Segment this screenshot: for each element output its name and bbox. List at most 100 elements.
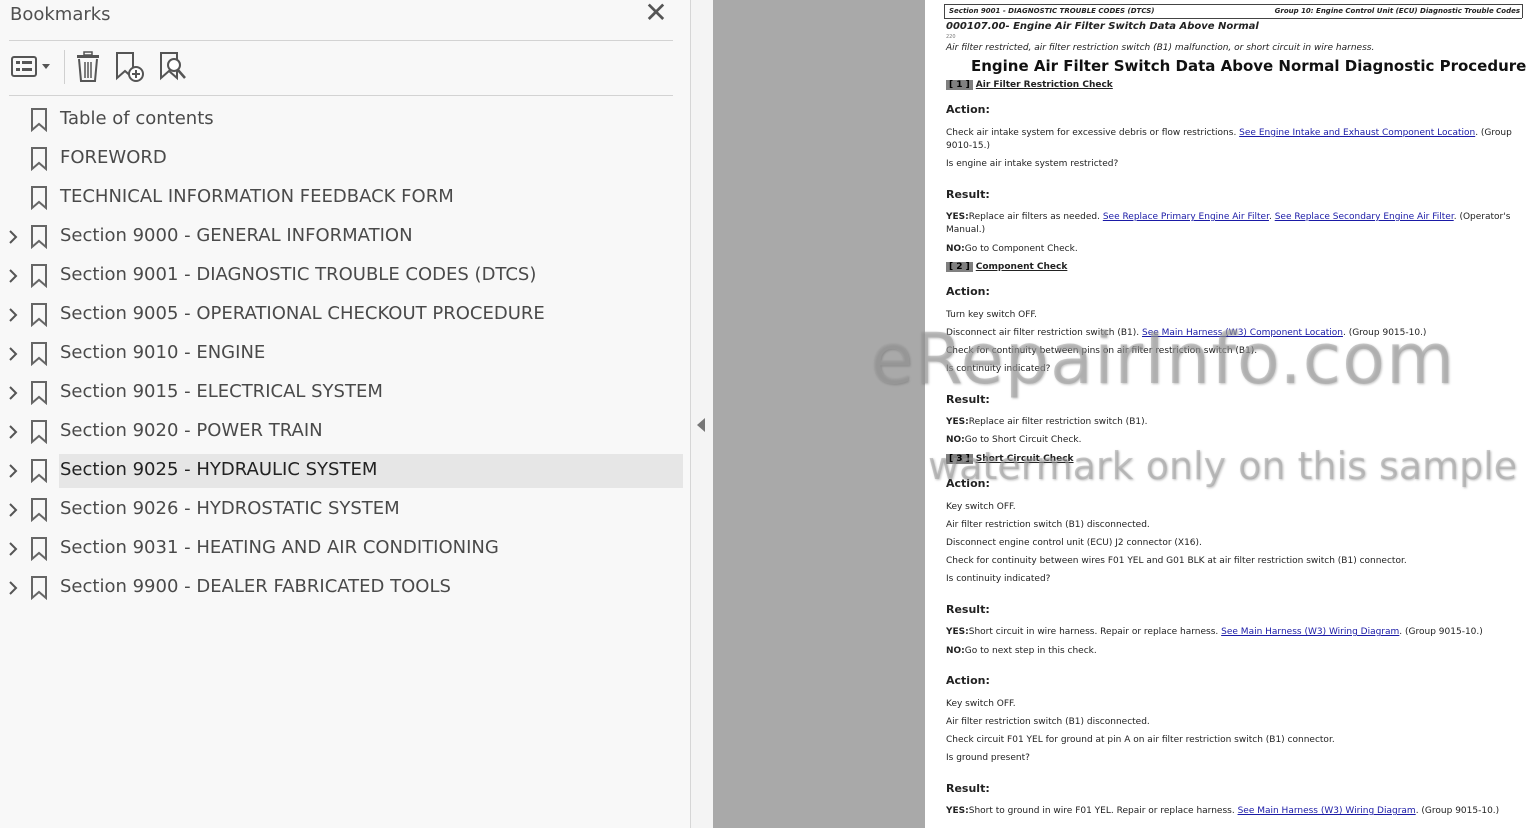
watermark-text: eRepairInfo.com bbox=[870, 318, 1456, 400]
bookmark-item[interactable]: Section 9010 - ENGINE bbox=[0, 337, 683, 371]
bookmark-item[interactable]: TECHNICAL INFORMATION FEEDBACK FORM bbox=[0, 181, 683, 215]
bookmark-ribbon-icon bbox=[30, 186, 48, 211]
bookmark-ribbon-icon bbox=[30, 342, 48, 367]
result-label: Result: bbox=[946, 603, 990, 616]
question-line: Is continuity indicated? bbox=[946, 574, 1051, 584]
panel-splitter[interactable] bbox=[691, 0, 713, 828]
bookmark-ribbon-icon bbox=[30, 225, 48, 250]
bookmark-ribbon-icon bbox=[30, 108, 48, 133]
bookmark-label: Section 9031 - HEATING AND AIR CONDITION… bbox=[60, 537, 499, 558]
page-header-section: Section 9001 - DIAGNOSTIC TROUBLE CODES … bbox=[949, 7, 1155, 15]
bookmark-ribbon-icon bbox=[30, 459, 48, 484]
action-line: 9010-15.) bbox=[946, 141, 990, 151]
bookmark-item[interactable]: Section 9001 - DIAGNOSTIC TROUBLE CODES … bbox=[0, 259, 683, 293]
watermark-subtext: watermark only on this sample bbox=[928, 444, 1518, 488]
bookmark-item[interactable]: Section 9020 - POWER TRAIN bbox=[0, 415, 683, 449]
step-number: [ 2 ] bbox=[946, 262, 973, 272]
action-label: Action: bbox=[946, 103, 990, 116]
chevron-right-icon[interactable] bbox=[6, 385, 20, 401]
bookmark-item[interactable]: Table of contents bbox=[0, 103, 683, 137]
chevron-right-icon[interactable] bbox=[6, 346, 20, 362]
doc-link[interactable]: See Engine Intake and Exhaust Component … bbox=[1239, 128, 1475, 138]
bookmark-label: FOREWORD bbox=[60, 147, 167, 168]
document-viewer-background bbox=[713, 0, 925, 828]
bookmark-item[interactable]: Section 9000 - GENERAL INFORMATION bbox=[0, 220, 683, 254]
bookmark-ribbon-icon bbox=[30, 264, 48, 289]
bookmarks-panel: Bookmarks ✕ Table of contents FOREWORD T… bbox=[0, 0, 691, 828]
result-label: Result: bbox=[946, 782, 990, 795]
bookmark-item[interactable]: Section 9031 - HEATING AND AIR CONDITION… bbox=[0, 532, 683, 566]
chevron-right-icon[interactable] bbox=[6, 268, 20, 284]
result-no: NO:Go to next step in this check. bbox=[946, 646, 1097, 656]
result-yes: YES:Short to ground in wire F01 YEL. Rep… bbox=[946, 806, 1500, 816]
action-line: Check for continuity between wires F01 Y… bbox=[946, 556, 1407, 566]
action-label: Action: bbox=[946, 285, 990, 298]
step-title[interactable]: Component Check bbox=[976, 262, 1068, 272]
divider bbox=[9, 95, 673, 96]
bookmark-item[interactable]: Section 9015 - ELECTRICAL SYSTEM bbox=[0, 376, 683, 410]
chevron-right-icon[interactable] bbox=[6, 463, 20, 479]
result-no: NO:Go to Component Check. bbox=[946, 244, 1078, 254]
question-line: Is ground present? bbox=[946, 753, 1030, 763]
doc-link[interactable]: See Main Harness (W3) Wiring Diagram bbox=[1221, 627, 1399, 637]
doc-link[interactable]: See Replace Secondary Engine Air Filter bbox=[1275, 212, 1454, 222]
action-line: Disconnect engine control unit (ECU) J2 … bbox=[946, 538, 1202, 548]
toolbar-divider bbox=[64, 50, 65, 84]
bookmark-label: Section 9000 - GENERAL INFORMATION bbox=[60, 225, 413, 246]
step-heading: [ 2 ] Component Check bbox=[946, 262, 1067, 272]
result-yes: YES:Replace air filter restriction switc… bbox=[946, 417, 1148, 427]
bookmark-label: Section 9025 - HYDRAULIC SYSTEM bbox=[60, 459, 378, 480]
add-bookmark-icon[interactable] bbox=[114, 50, 146, 84]
chevron-right-icon[interactable] bbox=[6, 424, 20, 440]
result-yes: YES:Short circuit in wire harness. Repai… bbox=[946, 627, 1483, 637]
action-label: Action: bbox=[946, 674, 990, 687]
find-bookmark-icon[interactable] bbox=[158, 50, 188, 84]
chevron-right-icon[interactable] bbox=[6, 229, 20, 245]
bookmark-item[interactable]: Section 9026 - HYDROSTATIC SYSTEM bbox=[0, 493, 683, 527]
step-number: [ 1 ] bbox=[946, 80, 973, 90]
options-menu-icon[interactable] bbox=[10, 50, 54, 84]
bookmark-label: Table of contents bbox=[60, 108, 214, 129]
bookmark-label: Section 9900 - DEALER FABRICATED TOOLS bbox=[60, 576, 451, 597]
panel-title: Bookmarks bbox=[10, 4, 111, 25]
bookmark-ribbon-icon bbox=[30, 498, 48, 523]
action-line: Check air intake system for excessive de… bbox=[946, 128, 1512, 138]
chevron-right-icon[interactable] bbox=[6, 502, 20, 518]
action-line: Check circuit F01 YEL for ground at pin … bbox=[946, 735, 1335, 745]
delete-bookmark-icon[interactable] bbox=[74, 50, 102, 84]
bookmark-item[interactable]: Section 9900 - DEALER FABRICATED TOOLS bbox=[0, 571, 683, 605]
chevron-right-icon[interactable] bbox=[6, 307, 20, 323]
procedure-title: Engine Air Filter Switch Data Above Norm… bbox=[971, 57, 1527, 75]
header-rule bbox=[944, 18, 1522, 19]
dtc-description: Air filter restricted, air filter restri… bbox=[946, 43, 1375, 53]
bookmark-item[interactable]: FOREWORD bbox=[0, 142, 683, 176]
bookmark-label: Section 9015 - ELECTRICAL SYSTEM bbox=[60, 381, 383, 402]
bookmark-label: Section 9026 - HYDROSTATIC SYSTEM bbox=[60, 498, 400, 519]
collapse-panel-icon[interactable] bbox=[697, 418, 705, 432]
action-line: Key switch OFF. bbox=[946, 502, 1016, 512]
close-icon[interactable]: ✕ bbox=[644, 0, 668, 28]
result-yes: YES:Replace air filters as needed. See R… bbox=[946, 212, 1511, 222]
doc-link[interactable]: See Replace Primary Engine Air Filter bbox=[1103, 212, 1269, 222]
chevron-right-icon[interactable] bbox=[6, 541, 20, 557]
action-line: Key switch OFF. bbox=[946, 699, 1016, 709]
bookmark-item[interactable]: Section 9025 - HYDRAULIC SYSTEM bbox=[0, 454, 683, 488]
bookmark-label: TECHNICAL INFORMATION FEEDBACK FORM bbox=[60, 186, 454, 207]
bookmark-label: Section 9005 - OPERATIONAL CHECKOUT PROC… bbox=[60, 303, 545, 324]
bookmark-ribbon-icon bbox=[30, 576, 48, 601]
bookmark-item[interactable]: Section 9005 - OPERATIONAL CHECKOUT PROC… bbox=[0, 298, 683, 332]
question-line: Is engine air intake system restricted? bbox=[946, 159, 1119, 169]
action-line: Air filter restriction switch (B1) disco… bbox=[946, 520, 1150, 530]
bookmark-ribbon-icon bbox=[30, 303, 48, 328]
step-heading: [ 1 ] Air Filter Restriction Check bbox=[946, 80, 1113, 90]
bookmark-ribbon-icon bbox=[30, 147, 48, 172]
step-title[interactable]: Air Filter Restriction Check bbox=[976, 80, 1113, 90]
bookmark-ribbon-icon bbox=[30, 537, 48, 562]
action-line: Air filter restriction switch (B1) disco… bbox=[946, 717, 1150, 727]
chevron-right-icon[interactable] bbox=[6, 580, 20, 596]
result-yes-cont: Manual.) bbox=[946, 225, 986, 235]
doc-link[interactable]: See Main Harness (W3) Wiring Diagram bbox=[1238, 806, 1416, 816]
tiny-number: 220 bbox=[946, 34, 956, 40]
bookmark-label: Section 9020 - POWER TRAIN bbox=[60, 420, 323, 441]
bookmark-label: Section 9001 - DIAGNOSTIC TROUBLE CODES … bbox=[60, 264, 537, 285]
